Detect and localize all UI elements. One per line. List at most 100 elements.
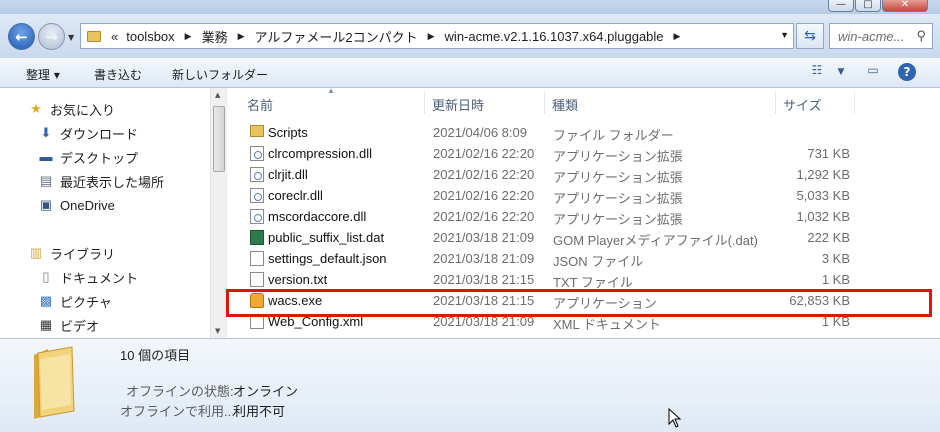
nav-label: ダウンロード	[60, 126, 139, 142]
file-type: XML ドキュメント	[553, 317, 661, 332]
offline-use-value: 利用不可	[233, 404, 286, 419]
dll-file-icon	[250, 167, 264, 182]
nav-scrollbar[interactable]: ▲ ▼	[210, 88, 227, 338]
mouse-cursor-icon	[668, 408, 682, 428]
file-date: 2021/04/06 8:09	[433, 125, 527, 140]
file-name: mscordaccore.dll	[268, 209, 367, 224]
column-divider[interactable]	[854, 92, 855, 114]
videos-icon: ▦	[39, 317, 53, 332]
file-row[interactable]: clrcompression.dll 2021/02/16 22:20 アプリケ…	[236, 143, 940, 164]
scroll-up-icon[interactable]: ▲	[215, 91, 220, 99]
file-size: 62,853 KB	[789, 293, 850, 308]
address-bar[interactable]: « toolsbox ▶ 業務 ▶ アルファメール2コンパクト ▶ win-ac…	[80, 23, 794, 49]
refresh-button[interactable]: ⇆	[796, 23, 824, 49]
column-divider[interactable]	[544, 92, 545, 114]
file-size: 731 KB	[807, 146, 850, 161]
scroll-down-icon[interactable]: ▼	[215, 327, 220, 335]
file-type: アプリケーション拡張	[553, 149, 683, 164]
breadcrumb-chevron-icon[interactable]: ▶	[179, 31, 198, 42]
xml-file-icon	[250, 314, 264, 329]
nav-favorites[interactable]: ★ お気に入り	[28, 99, 115, 119]
file-row[interactable]: version.txt 2021/03/18 21:15 TXT ファイル 1 …	[236, 269, 940, 290]
refresh-icon: ⇆	[804, 28, 816, 44]
breadcrumb-business[interactable]: 業務	[198, 27, 232, 46]
file-name: Web_Config.xml	[268, 314, 364, 329]
offline-status-value: オンライン	[233, 384, 299, 399]
file-name: public_suffix_list.dat	[268, 230, 385, 245]
breadcrumb-toolsbox[interactable]: toolsbox	[122, 29, 178, 44]
file-row[interactable]: public_suffix_list.dat 2021/03/18 21:09 …	[236, 227, 940, 248]
preview-pane-icon[interactable]: ▭	[862, 63, 884, 83]
maximize-button[interactable]: □	[855, 0, 881, 12]
folder-icon	[250, 125, 264, 137]
column-type[interactable]: 種類	[552, 95, 578, 114]
file-row[interactable]: Scripts 2021/04/06 8:09 ファイル フォルダー	[236, 122, 940, 143]
column-size[interactable]: サイズ	[783, 95, 822, 114]
close-button[interactable]: ✕	[882, 0, 928, 12]
nav-label: デスクトップ	[60, 150, 139, 166]
file-row[interactable]: Web_Config.xml 2021/03/18 21:09 XML ドキュメ…	[236, 311, 940, 332]
view-dropdown-icon[interactable]: ▼	[830, 67, 852, 87]
file-row[interactable]: settings_default.json 2021/03/18 21:09 J…	[236, 248, 940, 269]
file-type: アプリケーション拡張	[553, 191, 683, 206]
file-date: 2021/03/18 21:15	[433, 272, 535, 287]
nav-libraries[interactable]: ▥ ライブラリ	[28, 243, 115, 263]
breadcrumb-win-acme[interactable]: win-acme.v2.1.16.1037.x64.pluggable	[441, 29, 668, 44]
nav-documents[interactable]: ▯ ドキュメント	[38, 267, 138, 287]
documents-icon: ▯	[42, 269, 50, 284]
file-size: 1,292 KB	[796, 167, 851, 182]
search-input[interactable]: win-acme... ⚲	[829, 23, 933, 49]
column-date[interactable]: 更新日時	[432, 95, 484, 114]
file-list: Scripts 2021/04/06 8:09 ファイル フォルダー clrco…	[236, 122, 940, 332]
file-row[interactable]: clrjit.dll 2021/02/16 22:20 アプリケーション拡張 1…	[236, 164, 940, 185]
dll-file-icon	[250, 188, 264, 203]
breadcrumb-overflow[interactable]: «	[107, 29, 122, 44]
large-folder-icon	[34, 346, 75, 419]
file-row[interactable]: mscordaccore.dll 2021/02/16 22:20 アプリケーシ…	[236, 206, 940, 227]
file-list-header: ▲ 名前 更新日時 種類 サイズ	[236, 86, 940, 114]
onedrive-icon: ▣	[39, 197, 53, 212]
column-divider[interactable]	[424, 92, 425, 114]
nav-recent[interactable]: ▤ 最近表示した場所	[38, 171, 164, 191]
breadcrumb-chevron-icon[interactable]: ▶	[422, 31, 441, 42]
minimize-button[interactable]: —	[828, 0, 854, 12]
document-file-icon	[250, 251, 264, 266]
file-size: 3 KB	[821, 251, 850, 266]
file-row[interactable]: wacs.exe 2021/03/18 21:15 アプリケーション 62,85…	[236, 290, 940, 311]
folder-icon	[87, 30, 101, 42]
file-date: 2021/03/18 21:09	[433, 251, 535, 266]
burn-button[interactable]: 書き込む	[94, 66, 142, 83]
forward-button[interactable]: →	[38, 23, 65, 50]
offline-use-label: オフラインで利用...	[120, 404, 235, 419]
breadcrumb-alphamail[interactable]: アルファメール2コンパクト	[251, 27, 422, 46]
recent-pages-dropdown[interactable]: ▼	[68, 33, 74, 42]
nav-label: ライブラリ	[50, 246, 116, 262]
breadcrumb-chevron-icon[interactable]: ▶	[232, 31, 251, 42]
address-row: ← → ▼ « toolsbox ▶ 業務 ▶ アルファメール2コンパクト ▶ …	[0, 14, 940, 58]
nav-videos[interactable]: ▦ ビデオ	[38, 315, 99, 335]
title-bar: — □ ✕	[0, 0, 940, 14]
offline-status-label: オフラインの状態:	[126, 384, 234, 399]
search-icon[interactable]: ⚲	[916, 28, 926, 44]
nav-desktop[interactable]: ▬ デスクトップ	[38, 147, 139, 167]
nav-onedrive[interactable]: ▣ OneDrive	[38, 195, 115, 215]
column-divider[interactable]	[775, 92, 776, 114]
back-button[interactable]: ←	[8, 23, 35, 50]
file-size: 5,033 KB	[796, 188, 851, 203]
column-name[interactable]: 名前	[247, 95, 273, 114]
new-folder-button[interactable]: 新しいフォルダー	[172, 66, 268, 83]
help-icon[interactable]: ?	[898, 63, 916, 81]
file-size: 1 KB	[821, 272, 850, 287]
breadcrumb-chevron-icon[interactable]: ▶	[668, 31, 687, 42]
nav-pictures[interactable]: ▩ ピクチャ	[38, 291, 112, 311]
file-row[interactable]: coreclr.dll 2021/02/16 22:20 アプリケーション拡張 …	[236, 185, 940, 206]
file-name: version.txt	[268, 272, 328, 287]
pictures-icon: ▩	[39, 293, 53, 308]
nav-downloads[interactable]: ⬇ ダウンロード	[38, 123, 138, 143]
scrollbar-thumb[interactable]	[213, 106, 225, 172]
organize-button[interactable]: 整理 ▾	[26, 66, 60, 83]
nav-label: お気に入り	[50, 102, 116, 118]
address-dropdown-icon[interactable]: ▼	[780, 30, 789, 40]
file-type: GOM Playerメディアファイル(.dat)	[553, 233, 758, 248]
view-options-icon[interactable]: ☷	[806, 63, 828, 83]
